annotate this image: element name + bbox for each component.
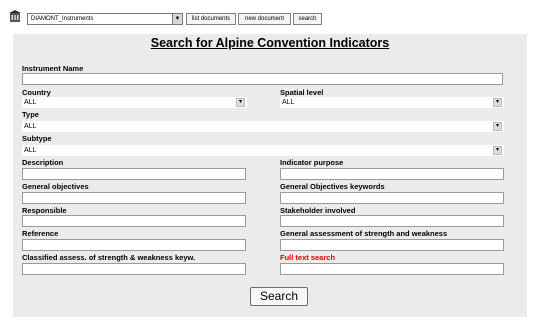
responsible-input[interactable] <box>22 215 246 227</box>
chevron-down-icon[interactable]: ▾ <box>236 98 245 107</box>
chevron-down-icon[interactable]: ▼ <box>172 14 182 24</box>
chevron-down-icon[interactable]: ▾ <box>493 146 502 155</box>
responsible-label: Responsible <box>22 206 67 215</box>
chevron-down-icon[interactable]: ▾ <box>493 122 502 131</box>
spatial-level-select-value: ALL <box>282 99 295 106</box>
list-documents-button[interactable]: list documents <box>186 13 236 25</box>
stakeholder-input[interactable] <box>280 215 504 227</box>
general-objectives-keywords-input[interactable] <box>280 192 504 204</box>
description-label: Description <box>22 158 64 167</box>
classified-assess-input[interactable] <box>22 263 246 275</box>
country-select[interactable]: ALL ▾ <box>22 97 247 108</box>
general-objectives-label: General objectives <box>22 182 89 191</box>
general-objectives-keywords-label: General Objectives keywords <box>280 182 385 191</box>
instrument-name-label: Instrument Name <box>22 64 84 73</box>
type-label: Type <box>22 110 39 119</box>
spatial-level-label: Spatial level <box>280 88 324 97</box>
database-select[interactable]: DIAMONT_Instruments ▼ <box>27 13 183 25</box>
spatial-level-select[interactable]: ALL ▾ <box>280 97 504 108</box>
reference-input[interactable] <box>22 239 246 251</box>
general-assessment-label: General assessment of strength and weakn… <box>280 229 448 238</box>
search-form-panel: Search for Alpine Convention Indicators … <box>13 34 527 317</box>
subtype-select-value: ALL <box>24 147 37 154</box>
full-text-search-input[interactable] <box>280 263 504 275</box>
subtype-label: Subtype <box>22 134 52 143</box>
toolbar: DIAMONT_Instruments ▼ list documents new… <box>0 0 540 34</box>
stakeholder-label: Stakeholder involved <box>280 206 356 215</box>
search-button[interactable]: Search <box>250 287 308 306</box>
instrument-name-input[interactable] <box>22 73 503 85</box>
type-select-value: ALL <box>24 123 37 130</box>
reference-label: Reference <box>22 229 59 238</box>
indicator-purpose-label: Indicator purpose <box>280 158 344 167</box>
country-label: Country <box>22 88 51 97</box>
toolbar-search-button[interactable]: search <box>293 13 322 25</box>
new-document-button[interactable]: new document <box>238 13 291 25</box>
general-objectives-input[interactable] <box>22 192 246 204</box>
form-heading: Search for Alpine Convention Indicators <box>150 36 390 50</box>
indicator-purpose-input[interactable] <box>280 168 504 180</box>
building-icon <box>9 10 21 22</box>
full-text-search-label: Full text search <box>280 253 336 262</box>
description-input[interactable] <box>22 168 246 180</box>
subtype-select[interactable]: ALL ▾ <box>22 145 504 156</box>
database-select-value: DIAMONT_Instruments <box>31 16 94 22</box>
country-select-value: ALL <box>24 99 37 106</box>
classified-assess-label: Classified assess. of strength & weaknes… <box>22 253 196 262</box>
chevron-down-icon[interactable]: ▾ <box>493 98 502 107</box>
type-select[interactable]: ALL ▾ <box>22 121 504 132</box>
general-assessment-input[interactable] <box>280 239 504 251</box>
